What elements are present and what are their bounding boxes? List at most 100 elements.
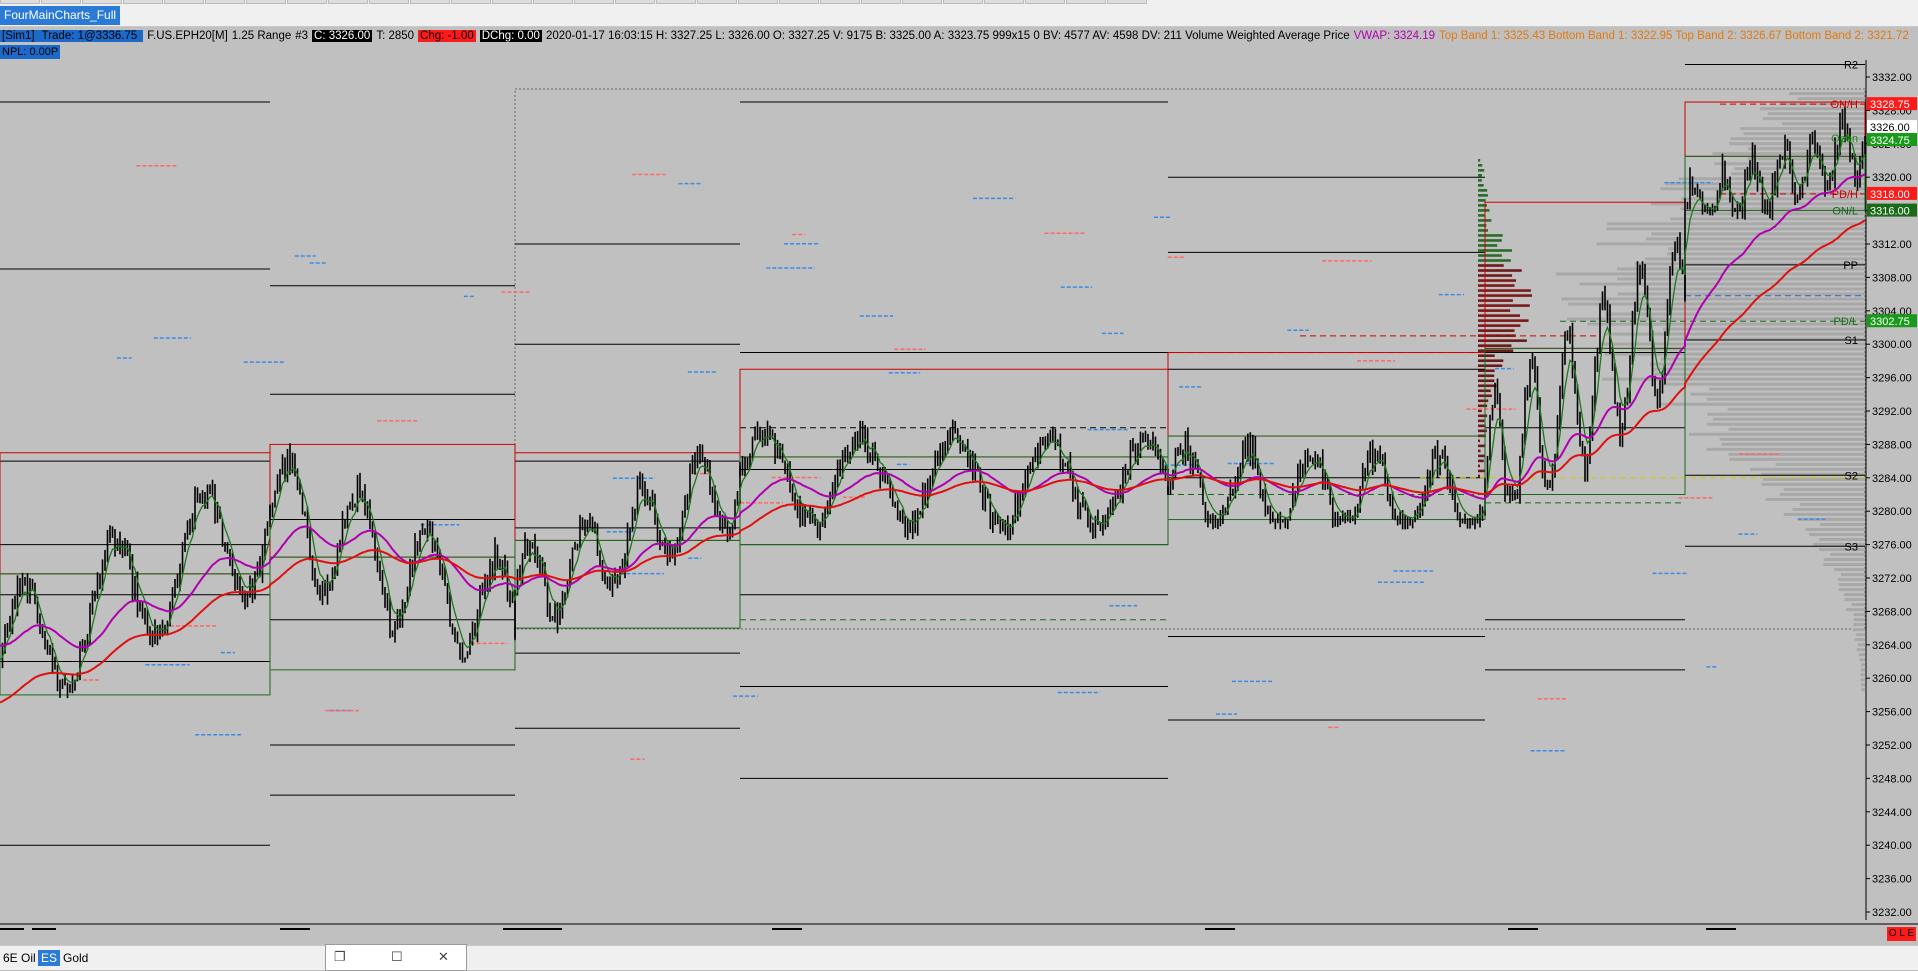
volume-profile-bar <box>1605 312 1865 316</box>
price-marker-label: 3318.00 <box>1870 189 1910 201</box>
session-profile-bar <box>1478 169 1485 172</box>
volume-profile-bar <box>1654 372 1865 376</box>
volume-profile-bar <box>1861 688 1865 692</box>
price-tick-label: 3320.00 <box>1872 172 1912 184</box>
minimized-window-bar[interactable]: ❐ ☐ ✕ <box>325 944 467 971</box>
volume-profile-bar <box>1605 332 1865 336</box>
volume-profile-bar <box>1728 427 1865 431</box>
volume-profile-bar <box>1779 492 1865 496</box>
volume-profile-bar <box>1858 643 1865 647</box>
volume-profile-bar <box>1856 633 1865 637</box>
volume-profile-bar <box>1740 127 1865 131</box>
volume-profile-bar <box>1820 522 1865 526</box>
session-profile-bar <box>1478 294 1533 297</box>
tab-gold[interactable]: Gold <box>60 950 91 966</box>
volume-profile-bar <box>1727 407 1865 411</box>
volume-profile-bar <box>1805 527 1865 531</box>
price-tick-label: 3312.00 <box>1872 239 1912 251</box>
volume-profile-bar <box>1834 568 1865 572</box>
price-tick-label: 3240.00 <box>1872 840 1912 852</box>
session-profile-bar <box>1478 199 1486 202</box>
session-profile-bar <box>1478 264 1504 267</box>
session-profile-bar <box>1478 179 1482 182</box>
price-tick-label: 3232.00 <box>1872 907 1912 919</box>
volume-profile-bar <box>1798 517 1865 521</box>
level-label: S3 <box>1845 541 1858 553</box>
volume-profile-bar <box>1712 417 1865 421</box>
volume-profile-bar <box>1861 663 1865 667</box>
volume-profile-bar <box>1762 117 1865 121</box>
level-label: ON/H <box>1831 99 1859 111</box>
volume-profile-bar <box>1651 367 1865 371</box>
volume-profile-bar <box>1706 422 1865 426</box>
connection-status: O L E <box>1886 927 1916 941</box>
volume-profile-bar <box>1844 598 1865 602</box>
maximize-icon[interactable]: ☐ <box>391 949 403 965</box>
session-profile-bar <box>1478 384 1497 388</box>
toolbar-strip[interactable] <box>0 0 1170 4</box>
level-label: PD/H <box>1832 189 1858 201</box>
volume-profile-bar <box>1767 112 1865 116</box>
volume-profile-bar <box>1748 147 1865 151</box>
volume-profile-bar <box>1860 678 1865 682</box>
level-label: Open <box>1831 133 1858 145</box>
workspace-title[interactable]: FourMainCharts_Full <box>0 6 121 25</box>
volume-profile-bar <box>1861 683 1865 687</box>
session-profile-bar <box>1478 454 1486 458</box>
volume-profile-bar <box>1598 342 1865 346</box>
window-titlebar: FourMainCharts_Full <box>0 0 1918 27</box>
price-chart[interactable]: 3332.003328.003324.003320.003316.003312.… <box>0 60 1918 930</box>
session-profile-bar <box>1478 399 1489 403</box>
session-profile-bar <box>1478 404 1488 408</box>
volume-profile-bar <box>1830 553 1865 557</box>
session-profile-bar <box>1478 429 1487 433</box>
tab-oil[interactable]: Oil <box>18 950 39 966</box>
level-label: S1 <box>1845 335 1858 347</box>
session-profile-bar <box>1478 314 1520 317</box>
volume-profile-bar <box>1690 392 1865 396</box>
volume-profile-bar <box>1819 537 1865 541</box>
vwap-value: VWAP: 3324.19 <box>1353 30 1436 42</box>
volume-profile-bar <box>1783 512 1865 516</box>
volume-profile-bar <box>1561 297 1865 301</box>
tab-es[interactable]: ES <box>38 950 61 966</box>
volume-profile-bar <box>1860 668 1865 672</box>
session-profile-bar <box>1478 274 1513 277</box>
session-profile-bar <box>1478 259 1511 262</box>
volume-profile-bar <box>1670 217 1865 221</box>
session-profile-bar <box>1478 374 1495 378</box>
volume-profile-bar <box>1644 257 1865 261</box>
volume-profile-bar <box>1666 252 1865 256</box>
account-label: [Sim1] Trade: 1@3336.75 <box>0 30 144 42</box>
session-profile-bar <box>1478 159 1481 162</box>
volume-profile-bar <box>1616 267 1865 271</box>
volume-profile-bar <box>1747 157 1865 161</box>
volume-profile-bar <box>1783 487 1865 491</box>
volume-profile-bar <box>1792 507 1865 511</box>
npl-badge: NPL: 0.00P <box>0 45 61 59</box>
restore-icon[interactable]: ❐ <box>334 949 346 965</box>
price-tick-label: 3260.00 <box>1872 673 1912 685</box>
session-profile-bar <box>1478 244 1498 247</box>
volume-profile-bar <box>1838 588 1865 592</box>
session-profile-bar <box>1478 164 1483 167</box>
session-profile-bar <box>1478 439 1480 443</box>
session-profile-bar <box>1478 279 1517 282</box>
bar-stats: 2020-01-17 16:03:15 H: 3327.25 L: 3326.0… <box>545 30 1350 42</box>
level-label: R2 <box>1844 60 1858 71</box>
session-profile-bar <box>1478 379 1495 383</box>
volume-profile-bar <box>1819 548 1865 552</box>
session-profile-bar <box>1478 444 1486 448</box>
session-profile-bar <box>1478 309 1511 312</box>
volume-profile-bar <box>1837 578 1865 582</box>
price-tick-label: 3236.00 <box>1872 874 1912 886</box>
volume-profile-bar <box>1761 482 1865 486</box>
volume-profile-bar <box>1846 608 1865 612</box>
level-label: ON/L <box>1832 206 1858 218</box>
close-icon[interactable]: ✕ <box>438 949 449 965</box>
volume-profile-bar <box>1602 377 1865 381</box>
volume-profile-bar <box>1858 653 1865 657</box>
volume-profile-bar <box>1853 623 1865 627</box>
session-profile-bar <box>1478 319 1529 322</box>
volume-profile-bar <box>1765 497 1865 501</box>
